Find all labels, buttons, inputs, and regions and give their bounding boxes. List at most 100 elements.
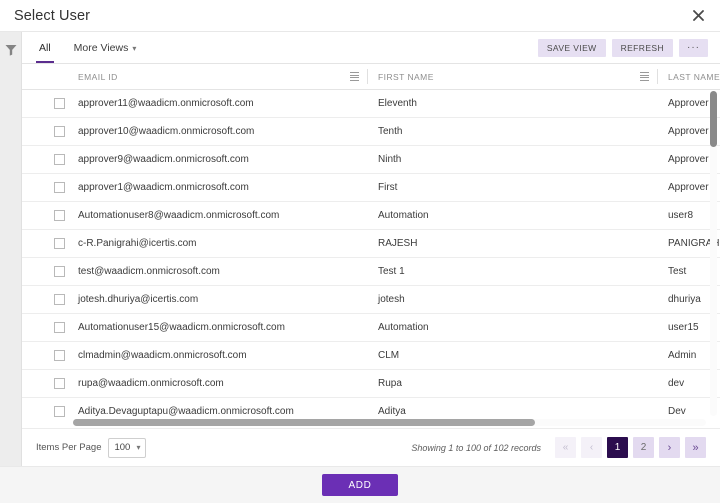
row-checkbox[interactable] — [54, 98, 65, 109]
table-row[interactable]: c-R.Panigrahi@icertis.comRAJESHPANIGRAHI — [22, 230, 720, 258]
table-row[interactable]: clmadmin@waadicm.onmicrosoft.comCLMAdmin — [22, 342, 720, 370]
vertical-scrollbar-thumb[interactable] — [710, 91, 717, 147]
refresh-button[interactable]: REFRESH — [612, 39, 673, 57]
column-menu-icon[interactable] — [350, 72, 359, 81]
cell-first-name: Eleventh — [368, 90, 658, 118]
filter-funnel-icon[interactable] — [5, 43, 17, 61]
cell-first-name: Aditya — [368, 398, 658, 418]
table-row[interactable]: Automationuser8@waadicm.onmicrosoft.comA… — [22, 202, 720, 230]
left-rail — [0, 32, 22, 466]
cell-first-name: Automation — [368, 314, 658, 342]
cell-email-id: approver9@waadicm.onmicrosoft.com — [68, 146, 368, 174]
table-row[interactable]: Aditya.Devaguptapu@waadicm.onmicrosoft.c… — [22, 398, 720, 418]
row-checkbox[interactable] — [54, 126, 65, 137]
dialog-titlebar: Select User — [0, 0, 720, 31]
row-select-cell — [22, 174, 68, 202]
cell-first-name: CLM — [368, 342, 658, 370]
items-per-page-value: 100 — [114, 442, 130, 453]
column-header-select — [22, 64, 68, 90]
column-header-last-name[interactable]: LAST NAME — [658, 64, 720, 90]
add-button[interactable]: ADD — [322, 474, 398, 496]
row-checkbox[interactable] — [54, 154, 65, 165]
column-header-email-id[interactable]: EMAIL ID — [68, 64, 368, 90]
cell-email-id: clmadmin@waadicm.onmicrosoft.com — [68, 342, 368, 370]
table-row[interactable]: jotesh.dhuriya@icertis.comjoteshdhuriya — [22, 286, 720, 314]
row-checkbox[interactable] — [54, 350, 65, 361]
page-buttons: «‹12›» — [555, 437, 706, 458]
row-select-cell — [22, 230, 68, 258]
row-select-cell — [22, 146, 68, 174]
records-status-text: Showing 1 to 100 of 102 records — [411, 443, 541, 453]
cell-first-name: Automation — [368, 202, 658, 230]
first-page-button: « — [555, 437, 576, 458]
tab-all[interactable]: All — [36, 42, 54, 63]
page-2-button[interactable]: 2 — [633, 437, 654, 458]
cell-email-id: jotesh.dhuriya@icertis.com — [68, 286, 368, 314]
table-header: EMAIL ID FIRST NAME — [22, 64, 720, 90]
cell-email-id: rupa@waadicm.onmicrosoft.com — [68, 370, 368, 398]
last-page-button[interactable]: » — [685, 437, 706, 458]
row-select-cell — [22, 370, 68, 398]
select-user-dialog: Select User All More Views ▾ — [0, 0, 720, 503]
column-header-email-id-label: EMAIL ID — [78, 72, 350, 82]
table-row[interactable]: test@waadicm.onmicrosoft.comTest 1Test — [22, 258, 720, 286]
row-select-cell — [22, 90, 68, 118]
row-checkbox[interactable] — [54, 294, 65, 305]
cell-first-name: Ninth — [368, 146, 658, 174]
page-1-button[interactable]: 1 — [607, 437, 628, 458]
close-icon[interactable] — [684, 2, 712, 28]
row-select-cell — [22, 202, 68, 230]
row-checkbox[interactable] — [54, 406, 65, 417]
items-per-page-label: Items Per Page — [36, 442, 101, 453]
more-views-dropdown[interactable]: More Views ▾ — [74, 42, 137, 54]
row-select-cell — [22, 342, 68, 370]
row-checkbox[interactable] — [54, 266, 65, 277]
table-row[interactable]: approver9@waadicm.onmicrosoft.comNinthAp… — [22, 146, 720, 174]
main-panel: All More Views ▾ SAVE VIEW REFRESH ··· — [22, 32, 720, 466]
grid-toolbar: All More Views ▾ SAVE VIEW REFRESH ··· — [22, 32, 720, 64]
items-per-page-select[interactable]: 100 ▾ — [108, 438, 146, 458]
table-header-row: EMAIL ID FIRST NAME — [22, 64, 720, 90]
cell-email-id: Aditya.Devaguptapu@waadicm.onmicrosoft.c… — [68, 398, 368, 418]
grid-scroll-area: EMAIL ID FIRST NAME — [22, 64, 720, 417]
row-checkbox[interactable] — [54, 322, 65, 333]
users-table: EMAIL ID FIRST NAME — [22, 64, 720, 417]
row-select-cell — [22, 258, 68, 286]
chevron-down-icon: ▾ — [136, 443, 140, 452]
horizontal-scrollbar[interactable] — [73, 419, 706, 426]
table-row[interactable]: rupa@waadicm.onmicrosoft.comRupadev — [22, 370, 720, 398]
table-row[interactable]: approver1@waadicm.onmicrosoft.comFirstAp… — [22, 174, 720, 202]
overflow-menu-button[interactable]: ··· — [679, 39, 708, 57]
previous-page-button: ‹ — [581, 437, 602, 458]
cell-email-id: Automationuser8@waadicm.onmicrosoft.com — [68, 202, 368, 230]
row-checkbox[interactable] — [54, 378, 65, 389]
column-header-last-name-label: LAST NAME — [668, 72, 720, 82]
cell-first-name: jotesh — [368, 286, 658, 314]
cell-email-id: c-R.Panigrahi@icertis.com — [68, 230, 368, 258]
more-views-label: More Views — [74, 42, 129, 54]
row-checkbox[interactable] — [54, 238, 65, 249]
cell-first-name: First — [368, 174, 658, 202]
cell-first-name: Tenth — [368, 118, 658, 146]
grid-container: EMAIL ID FIRST NAME — [22, 64, 720, 428]
row-checkbox[interactable] — [54, 210, 65, 221]
save-view-button[interactable]: SAVE VIEW — [538, 39, 606, 57]
next-page-button[interactable]: › — [659, 437, 680, 458]
column-header-first-name[interactable]: FIRST NAME — [368, 64, 658, 90]
cell-email-id: test@waadicm.onmicrosoft.com — [68, 258, 368, 286]
dialog-footer: ADD — [0, 466, 720, 503]
table-row[interactable]: approver10@waadicm.onmicrosoft.comTenthA… — [22, 118, 720, 146]
row-select-cell — [22, 118, 68, 146]
column-menu-icon[interactable] — [640, 72, 649, 81]
horizontal-scrollbar-thumb[interactable] — [73, 419, 535, 426]
table-row[interactable]: Automationuser15@waadicm.onmicrosoft.com… — [22, 314, 720, 342]
row-select-cell — [22, 286, 68, 314]
table-row[interactable]: approver11@waadicm.onmicrosoft.comEleven… — [22, 90, 720, 118]
dialog-body: All More Views ▾ SAVE VIEW REFRESH ··· — [0, 31, 720, 466]
vertical-scrollbar[interactable] — [710, 91, 717, 416]
cell-email-id: approver11@waadicm.onmicrosoft.com — [68, 90, 368, 118]
row-select-cell — [22, 398, 68, 418]
row-checkbox[interactable] — [54, 182, 65, 193]
page-title: Select User — [14, 8, 90, 24]
cell-first-name: RAJESH — [368, 230, 658, 258]
